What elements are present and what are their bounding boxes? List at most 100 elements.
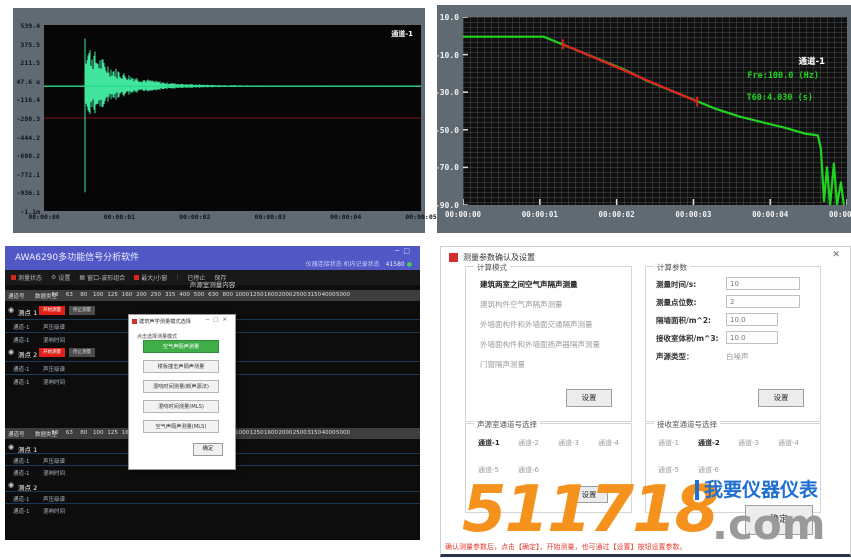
row-channel: 通道-1: [13, 365, 29, 373]
channel-option-6[interactable]: 通道-6: [698, 465, 719, 475]
waveform-x-tick: 00:00:02: [179, 213, 210, 221]
freq-col-1600: 1600: [264, 292, 278, 298]
freq-col-63: 63: [62, 292, 76, 298]
param-label: 测量时间/s:: [656, 279, 696, 290]
freq-col-100: 100: [91, 430, 105, 436]
calc-params-groupbox: 计算参数 测量时间/s:10测量点位数:2隔墙面积/m^2:10.0接收室体积/…: [645, 266, 821, 422]
calc-mode-option-4[interactable]: 外墙面构件和外墙面扬声器隔声测量: [480, 339, 600, 350]
param-input[interactable]: 10: [726, 277, 800, 290]
param-static-value: 白噪声: [726, 351, 749, 362]
start-measure-button[interactable]: 开始测量: [39, 306, 65, 315]
stop-measure-button[interactable]: 停止测量: [69, 306, 95, 315]
freq-col-500: 500: [192, 292, 206, 298]
mode-dialog-title: 建筑声学测量模式选择: [139, 318, 191, 325]
mode-ok-button[interactable]: 确定: [193, 443, 223, 456]
row-datatype: 混响时间: [43, 378, 65, 386]
mode-option-2[interactable]: 楼板撞击声隔声测量: [143, 360, 219, 373]
freq-col-2000: 2000: [278, 430, 292, 436]
decay-x-tick: 00:00:01: [522, 210, 558, 219]
param-input[interactable]: 2: [726, 295, 800, 308]
calc-params-set-button[interactable]: 设置: [758, 389, 804, 407]
calc-params-title: 计算参数: [654, 262, 690, 273]
waveform-y-tick: 539.4: [20, 22, 40, 30]
mode-option-3[interactable]: 混响时间测量(断声源法): [143, 380, 219, 393]
mode-option-5[interactable]: 空气声隔声测量(MLS): [143, 420, 219, 433]
freq-col-4000: 4000: [322, 430, 336, 436]
source-set-button[interactable]: 设置: [570, 486, 608, 503]
maximize-icon[interactable]: □: [213, 317, 222, 323]
calc-mode-option-5[interactable]: 门窗隔声测量: [480, 359, 525, 370]
freq-col-5000: 5000: [336, 430, 350, 436]
table-row[interactable]: 通道-1声压级谱: [5, 491, 420, 503]
channel-option-1[interactable]: 通道-1: [658, 438, 679, 448]
channel-option-4[interactable]: 通道-4: [598, 438, 619, 448]
mode-dialog-window-controls[interactable]: ─□✕: [206, 317, 231, 323]
calc-mode-option-1[interactable]: 建筑两室之间空气声隔声测量: [480, 279, 578, 290]
point-icon: ◉: [8, 443, 14, 451]
waveform-x-tick: 00:00:03: [255, 213, 286, 221]
start-measure-button[interactable]: 开始测量: [39, 348, 65, 357]
mode-option-1[interactable]: 空气声隔声测量: [143, 340, 219, 353]
channel-option-6[interactable]: 通道-6: [518, 465, 539, 475]
decay-y-tick: -10.0: [435, 51, 459, 60]
row-channel: 通道-1: [13, 323, 29, 331]
channel-option-2[interactable]: 通道-2: [698, 438, 720, 448]
decay-x-tick: 00:00:03: [675, 210, 711, 219]
waveform-y-tick: -608.2: [17, 152, 40, 160]
channel-option-4[interactable]: 通道-4: [778, 438, 799, 448]
point-label: 测点 2: [18, 349, 37, 359]
freq-col-400: 400: [178, 292, 192, 298]
stop-measure-button[interactable]: 停止测量: [69, 348, 95, 357]
freq-col-1600: 1600: [264, 430, 278, 436]
freq-col-80: 80: [77, 292, 91, 298]
waveform-curve: [44, 25, 421, 211]
col-channel: 通道号: [8, 430, 25, 438]
dialog-app-icon: [132, 319, 137, 324]
decay-plot: 通道-1 Fre:100.0 (Hz) T60:4.030 (s): [463, 17, 847, 205]
waveform-plot: 通道-1: [44, 25, 421, 211]
param-label: 测量点位数:: [656, 297, 697, 308]
channel-option-2[interactable]: 通道-2: [518, 438, 539, 448]
waveform-y-tick: -116.4: [17, 96, 40, 104]
freq-col-5000: 5000: [336, 292, 350, 298]
waveform-y-tick: -936.1: [17, 189, 40, 197]
channel-option-3[interactable]: 通道-3: [558, 438, 579, 448]
freq-col-4000: 4000: [322, 292, 336, 298]
decay-y-tick: 10.0: [440, 13, 459, 22]
screenshot-root: 539.4375.5211.547.6 u-116.4-280.3-444.2-…: [0, 0, 851, 559]
receive-channels-title: 接收室通道号选择: [654, 419, 720, 430]
params-footer-hint: 确认测量参数后，点击【确定】，开始测量，也可通过【设置】按钮设置参数。: [445, 542, 687, 552]
waveform-panel: 539.4375.5211.547.6 u-116.4-280.3-444.2-…: [13, 8, 425, 233]
row-channel: 通道-1: [13, 378, 29, 386]
row-datatype: 声压级谱: [43, 323, 65, 331]
channel-option-1[interactable]: 通道-1: [478, 438, 500, 448]
col-channel: 通道号: [8, 292, 25, 300]
channel-option-5[interactable]: 通道-5: [478, 465, 499, 475]
waveform-y-tick: 211.5: [20, 59, 40, 67]
decay-y-tick: -30.0: [435, 88, 459, 97]
table-row[interactable]: 通道-1混响时间: [5, 503, 420, 515]
param-input[interactable]: 10.0: [726, 313, 778, 326]
waveform-x-tick: 00:00:01: [104, 213, 135, 221]
waveform-x-tick: 00:00:05: [405, 213, 436, 221]
freq-col-160: 160: [120, 292, 134, 298]
close-icon[interactable]: ✕: [832, 250, 840, 260]
calc-mode-option-3[interactable]: 外墙面构件和外墙面交通隔声测量: [480, 319, 593, 330]
close-icon[interactable]: ✕: [222, 317, 231, 323]
mode-option-4[interactable]: 混响时间测量(MLS): [143, 400, 219, 413]
frequency-annotation: Fre:100.0 (Hz): [747, 71, 819, 81]
calc-mode-option-2[interactable]: 建筑构件空气声隔声测量: [480, 299, 563, 310]
freq-col-50: 50: [48, 430, 62, 436]
decay-panel: 10.0-10.0-30.0-50.0-70.0-90.0 通道-1 Fre:1…: [437, 5, 851, 233]
decay-curve: [463, 17, 847, 205]
calc-mode-set-button[interactable]: 设置: [566, 389, 612, 407]
channel-option-5[interactable]: 通道-5: [658, 465, 679, 475]
channel-option-3[interactable]: 通道-3: [738, 438, 759, 448]
dialog-app-icon: [449, 253, 458, 262]
point-icon: ◉: [8, 481, 14, 489]
confirm-button[interactable]: 确定: [745, 505, 813, 535]
freq-col-800: 800: [221, 292, 235, 298]
decay-y-axis: 10.0-10.0-30.0-50.0-70.0-90.0: [437, 17, 461, 209]
param-input[interactable]: 10.0: [726, 331, 778, 344]
source-channels-groupbox: 声源室通道号选择 通道-1通道-2通道-3通道-4通道-5通道-6设置: [465, 423, 632, 513]
